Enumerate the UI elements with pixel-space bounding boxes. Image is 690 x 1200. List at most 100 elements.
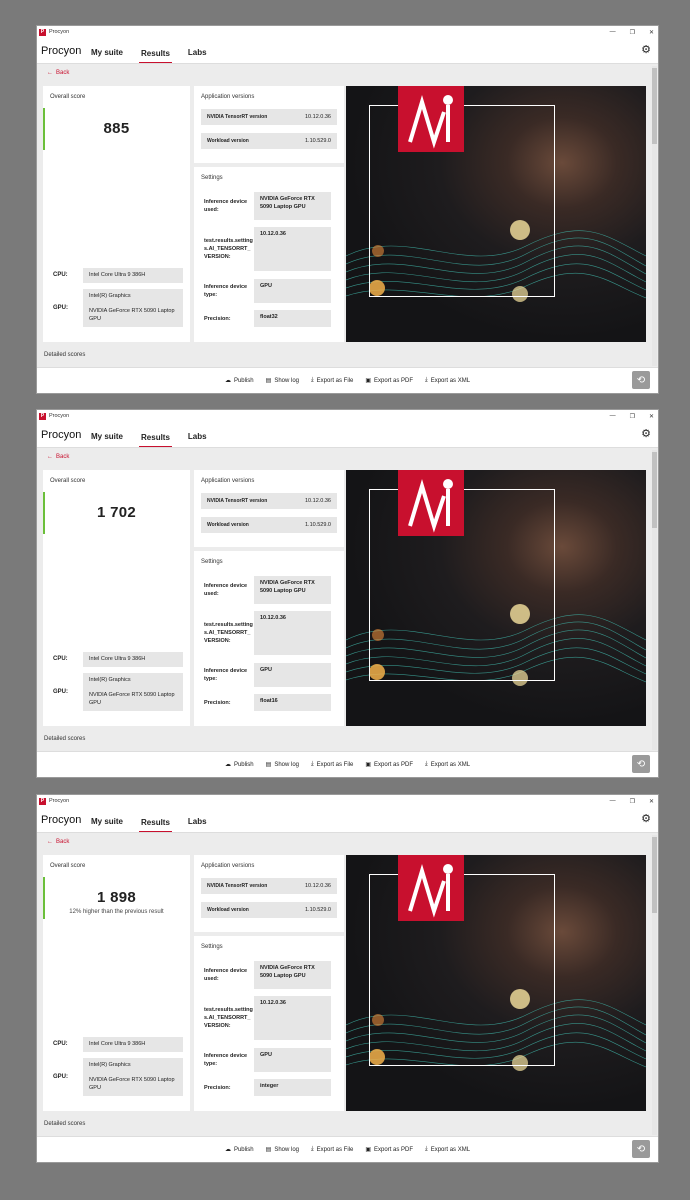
device-type-value: GPU	[254, 279, 331, 303]
window-title: Procyon	[49, 413, 70, 419]
publish-button[interactable]: ☁ Publish	[225, 1146, 254, 1154]
show-log-button[interactable]: ▤ Show log	[265, 761, 299, 769]
settings-title: Settings	[201, 559, 223, 565]
ai-logo-icon	[398, 470, 464, 536]
scrollbar[interactable]	[652, 450, 657, 750]
minimize-button[interactable]: —	[610, 798, 616, 804]
publish-button[interactable]: ☁ Publish	[225, 761, 254, 769]
save-icon: ▣	[365, 1147, 372, 1153]
tab-my-suite[interactable]: My suite	[89, 432, 125, 447]
download-icon: ⤓	[425, 1146, 428, 1152]
back-button[interactable]: ← Back	[47, 454, 69, 460]
export-pdf-button[interactable]: ▣ Export as PDF	[365, 761, 413, 769]
save-icon: ▣	[365, 378, 372, 384]
download-icon: ⤓	[425, 761, 428, 767]
scrollbar[interactable]	[652, 66, 657, 366]
publish-button[interactable]: ☁ Publish	[225, 377, 254, 385]
download-icon: ⤓	[311, 761, 314, 767]
score-delta-text: 12% higher than the previous result	[69, 909, 164, 915]
tensorrt-setting-value: 10.12.0.36	[254, 996, 331, 1040]
gpu-label: GPU:	[53, 688, 68, 695]
top-nav: Procyon My suite Results Labs ⚙	[37, 38, 658, 64]
app-switch-icon[interactable]: ⟲	[632, 1140, 650, 1158]
results-content: ← Back Overall score 1 702 CPU: Intel Co…	[37, 448, 658, 752]
application-versions-card: Application versions NVIDIA TensorRT ver…	[194, 86, 344, 163]
download-icon: ⤓	[311, 377, 314, 383]
title-bar: P Procyon — ❐ ✕	[37, 410, 658, 422]
gear-icon[interactable]: ⚙	[640, 428, 652, 440]
score-accent-bar	[43, 492, 45, 534]
precision-value: integer	[254, 1079, 331, 1096]
inference-device-value: NVIDIA GeForce RTX 5090 Laptop GPU	[254, 192, 331, 220]
inference-device-label: Inference device used:	[204, 583, 248, 597]
procyon-window-2: P Procyon — ❐ ✕ Procyon My suite Results…	[36, 409, 659, 778]
precision-label: Precision:	[204, 1084, 231, 1091]
close-button[interactable]: ✕	[649, 413, 654, 420]
tab-results[interactable]: Results	[139, 49, 172, 63]
arrow-left-icon: ←	[47, 839, 53, 845]
export-file-button[interactable]: ⤓ Export as File	[311, 1146, 353, 1153]
tab-my-suite[interactable]: My suite	[89, 48, 125, 63]
top-nav: Procyon My suite Results Labs ⚙	[37, 422, 658, 448]
gear-icon[interactable]: ⚙	[640, 813, 652, 825]
app-versions-title: Application versions	[201, 863, 255, 869]
export-file-button[interactable]: ⤓ Export as File	[311, 761, 353, 768]
app-logo-icon: P	[39, 412, 46, 420]
cpu-label: CPU:	[53, 272, 68, 279]
minimize-button[interactable]: —	[610, 29, 616, 35]
app-switch-icon[interactable]: ⟲	[632, 755, 650, 773]
back-button[interactable]: ← Back	[47, 70, 69, 76]
maximize-button[interactable]: ❐	[630, 413, 635, 420]
export-xml-button[interactable]: ⤓ Export as XML	[425, 1146, 470, 1153]
export-xml-button[interactable]: ⤓ Export as XML	[425, 761, 470, 768]
gear-icon[interactable]: ⚙	[640, 44, 652, 56]
overall-score-title: Overall score	[50, 94, 86, 100]
tensorrt-setting-value: 10.12.0.36	[254, 611, 331, 655]
gpu-value: Intel(R) Graphics NVIDIA GeForce RTX 509…	[83, 289, 183, 327]
title-bar: P Procyon — ❐ ✕	[37, 26, 658, 38]
precision-label: Precision:	[204, 699, 231, 706]
tab-labs[interactable]: Labs	[186, 817, 209, 832]
detailed-scores-link[interactable]: Detailed scores	[44, 352, 85, 358]
workload-version-row: Workload version 1.10.529.0	[201, 517, 337, 533]
brand-title: Procyon	[41, 814, 82, 826]
window-title: Procyon	[49, 798, 70, 804]
scrollbar[interactable]	[652, 835, 657, 1135]
device-type-label: Inference device type:	[204, 1053, 248, 1067]
tab-my-suite[interactable]: My suite	[89, 817, 125, 832]
detailed-scores-link[interactable]: Detailed scores	[44, 736, 85, 742]
tab-labs[interactable]: Labs	[186, 432, 209, 447]
export-pdf-button[interactable]: ▣ Export as PDF	[365, 377, 413, 385]
settings-card: Settings Inference device used: NVIDIA G…	[194, 167, 344, 342]
minimize-button[interactable]: —	[610, 413, 616, 419]
show-log-button[interactable]: ▤ Show log	[265, 1146, 299, 1154]
maximize-button[interactable]: ❐	[630, 29, 635, 36]
document-icon: ▤	[265, 1147, 272, 1153]
tab-results[interactable]: Results	[139, 433, 172, 447]
close-button[interactable]: ✕	[649, 29, 654, 36]
footer-toolbar: ☁ Publish ▤ Show log ⤓ Export as File ▣ Expo…	[37, 367, 658, 393]
results-content: ← Back Overall score 1 898 12% higher th…	[37, 833, 658, 1137]
inference-device-value: NVIDIA GeForce RTX 5090 Laptop GPU	[254, 576, 331, 604]
tab-results[interactable]: Results	[139, 818, 172, 832]
app-switch-icon[interactable]: ⟲	[632, 371, 650, 389]
document-icon: ▤	[265, 762, 272, 768]
top-nav: Procyon My suite Results Labs ⚙	[37, 807, 658, 833]
inference-device-label: Inference device used:	[204, 199, 248, 213]
maximize-button[interactable]: ❐	[630, 798, 635, 805]
tab-labs[interactable]: Labs	[186, 48, 209, 63]
arrow-left-icon: ←	[47, 454, 53, 460]
tensorrt-setting-label: test.results.settings.AI_TENSORRT_VERSIO…	[204, 1007, 253, 1029]
export-pdf-button[interactable]: ▣ Export as PDF	[365, 1146, 413, 1154]
export-file-button[interactable]: ⤓ Export as File	[311, 377, 353, 384]
export-xml-button[interactable]: ⤓ Export as XML	[425, 377, 470, 384]
settings-card: Settings Inference device used: NVIDIA G…	[194, 936, 344, 1111]
show-log-button[interactable]: ▤ Show log	[265, 377, 299, 385]
close-button[interactable]: ✕	[649, 798, 654, 805]
document-icon: ▤	[265, 378, 272, 384]
tensorrt-version-row: NVIDIA TensorRT version 10.12.0.36	[201, 878, 337, 894]
detailed-scores-link[interactable]: Detailed scores	[44, 1121, 85, 1127]
gpu-value: Intel(R) Graphics NVIDIA GeForce RTX 509…	[83, 673, 183, 711]
back-button[interactable]: ← Back	[47, 839, 69, 845]
cpu-label: CPU:	[53, 656, 68, 663]
